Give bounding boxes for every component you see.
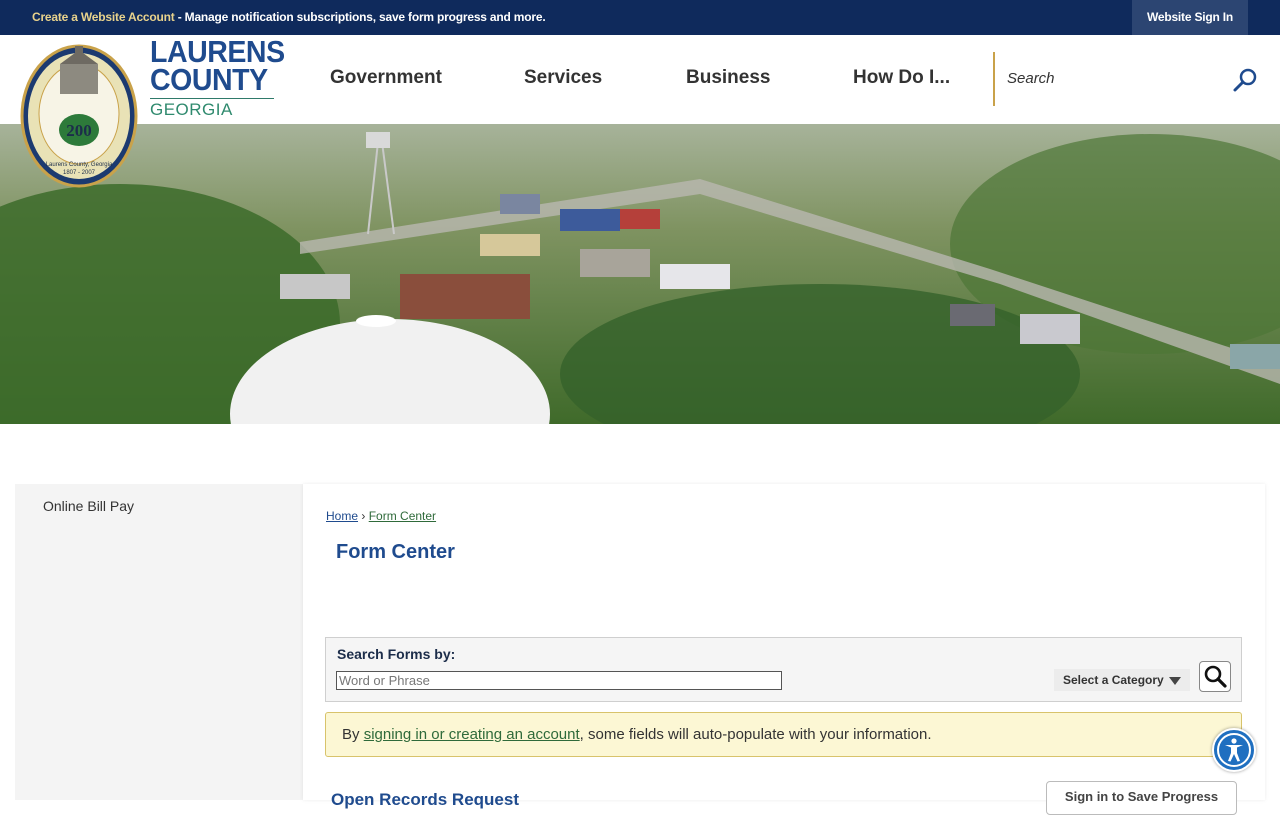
category-select[interactable]: Select a Category — [1054, 669, 1190, 691]
breadcrumb: Home › Form Center — [326, 509, 436, 523]
website-sign-in-button[interactable]: Website Sign In — [1132, 0, 1248, 35]
account-notice: Create a Website Account - Manage notifi… — [32, 10, 546, 24]
form-search-button[interactable] — [1199, 661, 1231, 692]
site-search-input[interactable]: Search — [1007, 70, 1055, 87]
form-search-panel: Search Forms by: Word or Phrase Select a… — [325, 637, 1242, 702]
seal-years: 1807 - 2007 — [63, 170, 96, 176]
save-progress-button[interactable]: Sign in to Save Progress — [1046, 781, 1237, 815]
site-search: Search — [993, 52, 1263, 106]
sidebar: Online Bill Pay — [15, 484, 303, 800]
top-utility-bar: Create a Website Account - Manage notifi… — [0, 0, 1280, 35]
auto-populate-notice: By signing in or creating an account, so… — [325, 712, 1242, 757]
search-icon[interactable] — [1231, 66, 1259, 94]
accessibility-button[interactable] — [1212, 728, 1256, 772]
category-select-label: Select a Category — [1063, 673, 1164, 687]
hero-banner-image — [0, 124, 1280, 424]
magnifier-icon — [1204, 665, 1227, 688]
accessibility-icon — [1217, 733, 1251, 767]
brand-line-3: GEORGIA — [150, 100, 233, 119]
breadcrumb-home[interactable]: Home — [326, 509, 358, 523]
breadcrumb-separator: › — [361, 509, 366, 523]
county-wordmark[interactable]: LAURENS COUNTY GEORGIA — [150, 36, 296, 120]
brand-line-2: COUNTY — [150, 62, 268, 97]
main-content: Home › Form Center Form Center Search Fo… — [303, 484, 1265, 815]
form-search-label: Search Forms by: — [337, 646, 456, 662]
nav-item-how-do-i[interactable]: How Do I... — [853, 67, 950, 89]
create-account-link[interactable]: Create a Website Account — [32, 10, 175, 24]
breadcrumb-form-center[interactable]: Form Center — [369, 509, 436, 523]
account-notice-text: - Manage notification subscriptions, sav… — [174, 10, 546, 24]
county-seal-logo[interactable]: 200 Laurens County, Georgia 1807 - 2007 — [20, 44, 138, 188]
nav-item-government[interactable]: Government — [330, 67, 442, 89]
nav-item-business[interactable]: Business — [686, 67, 770, 89]
seal-number: 200 — [66, 121, 92, 140]
form-search-input[interactable]: Word or Phrase — [336, 671, 782, 690]
sidebar-item-online-bill-pay[interactable]: Online Bill Pay — [43, 498, 134, 514]
notice-text: By signing in or creating an account, so… — [342, 726, 932, 743]
form-title: Open Records Request — [331, 790, 519, 809]
chevron-down-icon — [1169, 677, 1181, 685]
nav-item-services[interactable]: Services — [524, 67, 602, 89]
seal-caption: Laurens County, Georgia — [46, 162, 113, 168]
sign-in-create-account-link[interactable]: signing in or creating an account — [364, 726, 580, 743]
page-title: Form Center — [336, 541, 455, 563]
brand-divider — [150, 98, 274, 99]
